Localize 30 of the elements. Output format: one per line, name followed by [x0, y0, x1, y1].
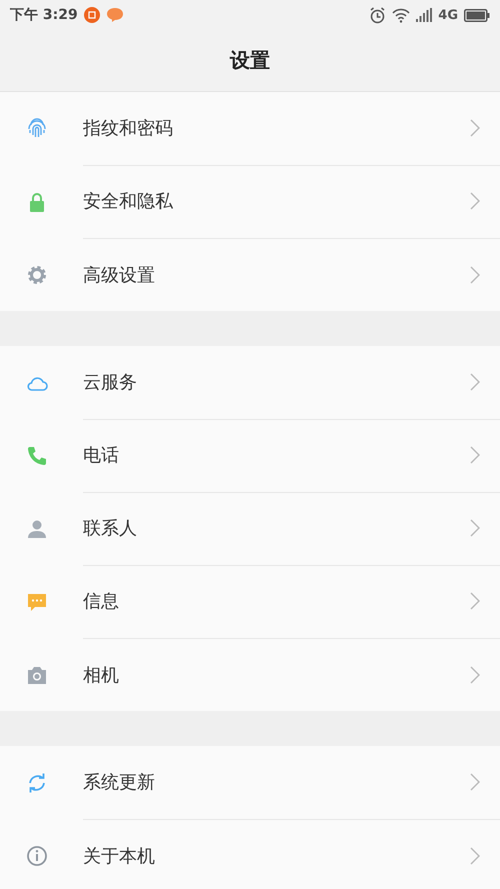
signal-icon	[416, 8, 432, 22]
chat-bubble-icon	[106, 7, 124, 23]
chevron-right-icon	[470, 119, 480, 137]
settings-item[interactable]: 关于本机	[83, 844, 470, 868]
chevron-right-icon	[470, 192, 480, 210]
settings-item[interactable]: 安全和隐私	[83, 189, 470, 213]
status-time: 下午 3:29	[10, 6, 78, 24]
settings-item[interactable]: 云服务	[83, 370, 470, 394]
chevron-right-icon	[470, 266, 480, 284]
chevron-right-icon	[470, 666, 480, 684]
chevron-right-icon	[470, 592, 480, 610]
chevron-right-icon	[470, 519, 480, 537]
notification-icon	[84, 7, 100, 23]
settings-item[interactable]: 系统更新	[83, 770, 470, 794]
settings-item[interactable]: 高级设置	[83, 262, 470, 286]
chevron-right-icon	[470, 773, 480, 791]
chevron-right-icon	[470, 373, 480, 391]
wifi-icon	[392, 8, 410, 22]
alarm-icon	[369, 6, 386, 24]
settings-item[interactable]: 联系人	[83, 516, 470, 540]
info-icon	[25, 844, 49, 868]
chevron-right-icon	[470, 446, 480, 464]
battery-icon	[464, 8, 490, 22]
chevron-right-icon	[470, 846, 480, 864]
settings-item[interactable]: 指纹和密码	[83, 116, 470, 140]
network-type: 4G	[438, 8, 458, 22]
settings-item[interactable]: 信息	[83, 589, 470, 613]
settings-item[interactable]: 电话	[83, 443, 470, 467]
page-title: 设置	[230, 47, 270, 74]
settings-item[interactable]: 相机	[83, 662, 470, 686]
